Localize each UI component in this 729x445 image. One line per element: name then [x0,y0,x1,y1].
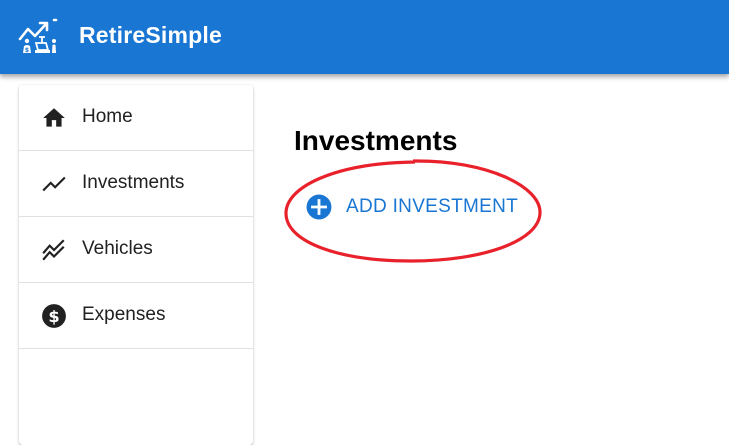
add-investment-button[interactable]: ADD INVESTMENT [298,188,526,226]
svg-text:$: $ [25,47,29,54]
sidebar-nav: Home Investments Vehicles $ Expenses [19,85,253,445]
sidebar-item-label: Investments [82,172,185,193]
multi-line-chart-icon [42,239,65,261]
trending-up-icon [42,176,66,192]
sidebar-item-investments[interactable]: Investments [19,151,253,217]
app-title: RetireSimple [79,22,223,48]
sidebar-item-label: Expenses [82,304,166,325]
home-icon [43,108,65,127]
sidebar-item-home[interactable]: Home [19,85,253,151]
sidebar-item-label: Home [82,106,133,127]
sidebar-item-vehicles[interactable]: Vehicles [19,217,253,283]
page-title: Investments [294,125,458,156]
retirement-growth-logo-icon[interactable]: $ [18,17,60,55]
sidebar-item-label: Vehicles [82,238,153,259]
sidebar-item-expenses[interactable]: $ Expenses [19,283,253,349]
dollar-circle-icon: $ [42,304,66,328]
app-bar: $ RetireSimple [0,0,729,74]
add-circle-icon [306,194,332,220]
svg-text:$: $ [48,307,59,326]
add-investment-label: ADD INVESTMENT [346,196,519,217]
